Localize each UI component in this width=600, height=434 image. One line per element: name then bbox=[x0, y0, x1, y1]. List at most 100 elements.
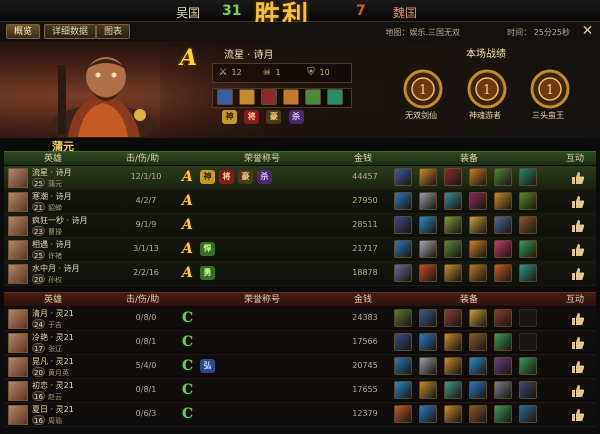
avatar[interactable] bbox=[8, 309, 28, 329]
avatar[interactable] bbox=[8, 264, 28, 284]
item-icon[interactable] bbox=[444, 333, 462, 351]
item-icon[interactable] bbox=[469, 381, 487, 399]
item-icon[interactable] bbox=[394, 333, 412, 351]
item-icon[interactable] bbox=[394, 192, 412, 210]
thumbs-up-icon[interactable] bbox=[571, 384, 585, 398]
item-icon[interactable] bbox=[444, 192, 462, 210]
table-row[interactable]: 疯狂一秒 · 诗月 23 曹操 9/1/9 A 28511 bbox=[4, 214, 596, 238]
thumbs-up-icon[interactable] bbox=[571, 408, 585, 422]
item-icon[interactable] bbox=[444, 357, 462, 375]
item-icon[interactable] bbox=[469, 405, 487, 423]
item-icon[interactable] bbox=[519, 405, 537, 423]
thumbs-up-icon[interactable] bbox=[571, 195, 585, 209]
item-icon[interactable] bbox=[444, 216, 462, 234]
thumbs-up-icon[interactable] bbox=[571, 219, 585, 233]
avatar[interactable] bbox=[8, 405, 28, 425]
item-icon[interactable] bbox=[444, 381, 462, 399]
item-icon[interactable] bbox=[444, 309, 462, 327]
item-icon[interactable] bbox=[519, 264, 537, 282]
item-icon[interactable] bbox=[419, 381, 437, 399]
item-icon[interactable] bbox=[419, 357, 437, 375]
thumbs-up-icon[interactable] bbox=[571, 336, 585, 350]
item-icon[interactable] bbox=[469, 333, 487, 351]
table-row[interactable]: 相遇 · 诗月 25 许褚 3/1/13 A 悍 21717 bbox=[4, 238, 596, 262]
item-icon[interactable] bbox=[394, 240, 412, 258]
tab-overview[interactable]: 概览 bbox=[6, 24, 41, 39]
thumbs-up-icon[interactable] bbox=[571, 171, 585, 185]
table-row[interactable]: 流星 · 诗月 25 蒲元 12/1/10 A 神将豪杀 44457 bbox=[4, 166, 596, 190]
item-icon[interactable] bbox=[519, 168, 537, 186]
item-icon[interactable] bbox=[283, 89, 299, 105]
table-row[interactable]: 初恋 · 灵21 16 赵云 0/8/1 C 17655 bbox=[4, 379, 596, 403]
avatar[interactable] bbox=[8, 216, 28, 236]
table-row[interactable]: 晃凡 · 灵21 20 黄月英 5/4/0 C 弘 20745 bbox=[4, 355, 596, 379]
thumbs-up-icon[interactable] bbox=[571, 360, 585, 374]
avatar[interactable] bbox=[8, 357, 28, 377]
item-icon[interactable] bbox=[419, 192, 437, 210]
item-icon[interactable] bbox=[494, 405, 512, 423]
item-icon[interactable] bbox=[394, 405, 412, 423]
table-row[interactable]: 清月 · 灵21 24 于吉 0/8/0 C 24383 bbox=[4, 307, 596, 331]
item-icon[interactable] bbox=[469, 309, 487, 327]
item-icon[interactable] bbox=[419, 309, 437, 327]
item-icon[interactable] bbox=[394, 216, 412, 234]
item-icon[interactable] bbox=[419, 333, 437, 351]
item-icon[interactable] bbox=[519, 357, 537, 375]
item-icon[interactable] bbox=[239, 89, 255, 105]
table-row[interactable]: 寒潮 · 诗月 21 貂蝉 4/2/7 A 27950 bbox=[4, 190, 596, 214]
item-icon[interactable] bbox=[394, 168, 412, 186]
item-icon[interactable] bbox=[444, 168, 462, 186]
item-icon[interactable] bbox=[419, 216, 437, 234]
item-icon[interactable] bbox=[469, 240, 487, 258]
avatar[interactable] bbox=[8, 381, 28, 401]
item-icon[interactable] bbox=[494, 168, 512, 186]
tab-detailed-data[interactable]: 详细数据 bbox=[44, 24, 97, 39]
item-icon[interactable] bbox=[444, 405, 462, 423]
table-row[interactable]: 水中月 · 诗月 20 孙权 2/2/16 A 勇 18878 bbox=[4, 262, 596, 286]
player-name: 初恋 · 灵21 bbox=[32, 381, 74, 390]
avatar[interactable] bbox=[8, 240, 28, 260]
item-icon[interactable] bbox=[519, 381, 537, 399]
item-icon[interactable] bbox=[419, 264, 437, 282]
item-icon[interactable] bbox=[494, 309, 512, 327]
item-icon[interactable] bbox=[519, 216, 537, 234]
table-row[interactable]: 冷艳 · 灵21 17 张辽 0/8/1 C 17566 bbox=[4, 331, 596, 355]
thumbs-up-icon[interactable] bbox=[571, 267, 585, 281]
avatar[interactable] bbox=[8, 168, 28, 188]
item-icon[interactable] bbox=[469, 168, 487, 186]
item-icon[interactable] bbox=[494, 264, 512, 282]
close-icon[interactable]: ✕ bbox=[579, 23, 596, 40]
avatar[interactable] bbox=[8, 333, 28, 353]
item-icon[interactable] bbox=[469, 216, 487, 234]
item-icon[interactable] bbox=[494, 192, 512, 210]
item-icon[interactable] bbox=[444, 264, 462, 282]
item-icon[interactable] bbox=[494, 216, 512, 234]
item-icon[interactable] bbox=[394, 357, 412, 375]
item-icon[interactable] bbox=[469, 264, 487, 282]
item-icon[interactable] bbox=[494, 381, 512, 399]
item-icon[interactable] bbox=[494, 333, 512, 351]
item-icon[interactable] bbox=[327, 89, 343, 105]
thumbs-up-icon[interactable] bbox=[571, 243, 585, 257]
item-icon[interactable] bbox=[419, 168, 437, 186]
item-icon[interactable] bbox=[494, 357, 512, 375]
hero-banner: A 流星 · 诗月 ⚔ 12 ☠ 1 ⛨ 10 神 将 豪 杀 本场战绩 1 无… bbox=[0, 41, 600, 153]
thumbs-up-icon[interactable] bbox=[571, 312, 585, 326]
table-row[interactable]: 夏日 · 灵21 16 周瑜 0/6/3 C 12379 bbox=[4, 403, 596, 427]
tab-charts[interactable]: 图表 bbox=[96, 24, 131, 39]
item-icon[interactable] bbox=[519, 240, 537, 258]
item-icon[interactable] bbox=[394, 309, 412, 327]
item-icon[interactable] bbox=[419, 240, 437, 258]
item-icon[interactable] bbox=[261, 89, 277, 105]
item-icon[interactable] bbox=[519, 192, 537, 210]
item-icon[interactable] bbox=[305, 89, 321, 105]
item-icon[interactable] bbox=[444, 240, 462, 258]
item-icon[interactable] bbox=[469, 357, 487, 375]
item-icon[interactable] bbox=[217, 89, 233, 105]
item-icon[interactable] bbox=[394, 381, 412, 399]
item-icon[interactable] bbox=[494, 240, 512, 258]
avatar[interactable] bbox=[8, 192, 28, 212]
item-icon[interactable] bbox=[419, 405, 437, 423]
item-icon[interactable] bbox=[469, 192, 487, 210]
item-icon[interactable] bbox=[394, 264, 412, 282]
